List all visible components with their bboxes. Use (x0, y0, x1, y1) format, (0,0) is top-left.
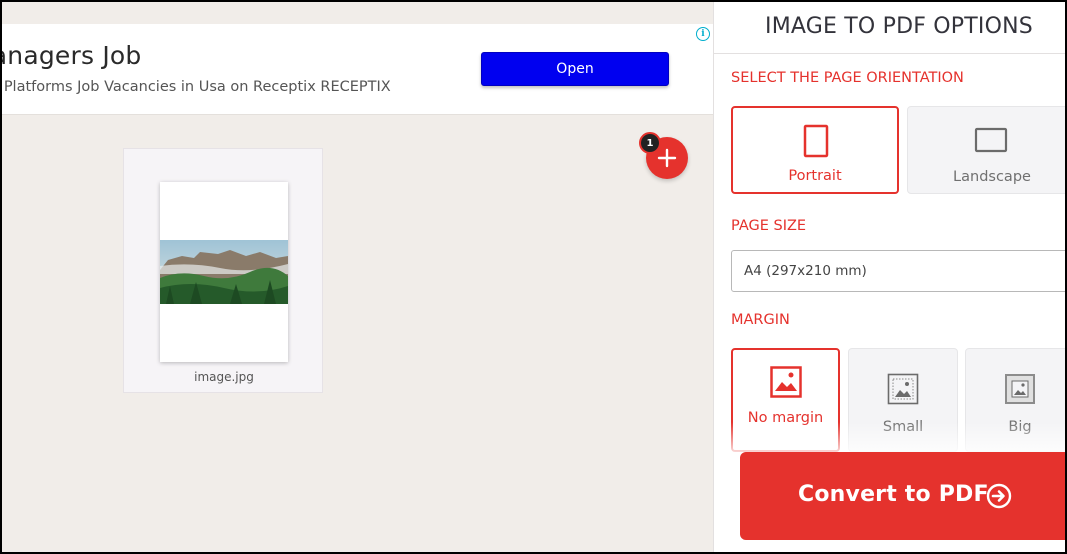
margin-none-option[interactable]: No margin (731, 348, 840, 452)
plus-icon (657, 148, 677, 168)
margin-big-option[interactable]: Big (965, 348, 1065, 452)
ad-title[interactable]: Managers Job (2, 41, 142, 70)
file-preview-page (160, 182, 288, 362)
sidebar-title: IMAGE TO PDF OPTIONS (714, 2, 1065, 54)
orientation-landscape-option[interactable]: Landscape (907, 106, 1065, 194)
convert-label: Convert to PDF (798, 482, 989, 507)
info-icon[interactable]: i (696, 27, 710, 41)
margin-small-option[interactable]: Small (848, 348, 958, 452)
ad-subtitle[interactable]: g Platforms Job Vacancies in Usa on Rece… (2, 79, 391, 95)
page-size-label: PAGE SIZE (731, 218, 807, 234)
convert-to-pdf-button[interactable]: Convert to PDF (740, 452, 1065, 540)
no-margin-label: No margin (747, 410, 824, 426)
small-margin-label: Small (882, 419, 924, 435)
circle-arrow-right-icon (986, 483, 1012, 509)
big-margin-image-icon (1005, 374, 1035, 404)
small-margin-image-icon (887, 373, 919, 405)
orientation-portrait-option[interactable]: Portrait (731, 106, 899, 194)
app-frame: Managers Job g Platforms Job Vacancies i… (2, 2, 1065, 552)
image-thumbnail (160, 240, 288, 304)
landscape-label: Landscape (953, 169, 1031, 185)
ad-banner[interactable]: Managers Job g Platforms Job Vacancies i… (2, 24, 714, 115)
orientation-label: SELECT THE PAGE ORIENTATION (731, 70, 964, 86)
margin-label: MARGIN (731, 312, 790, 328)
portrait-page-icon (803, 124, 829, 158)
landscape-page-icon (974, 127, 1008, 153)
page-size-value: A4 (297x210 mm) (744, 263, 867, 279)
file-card[interactable]: image.jpg (123, 148, 323, 393)
big-margin-label: Big (1008, 419, 1032, 435)
no-margin-image-icon (770, 366, 802, 398)
ad-open-button[interactable]: Open (481, 52, 669, 86)
file-name: image.jpg (194, 370, 254, 384)
file-count-badge: 1 (639, 132, 661, 154)
portrait-label: Portrait (788, 168, 842, 184)
options-sidebar: IMAGE TO PDF OPTIONS SELECT THE PAGE ORI… (713, 2, 1065, 552)
page-size-select[interactable]: A4 (297x210 mm) (731, 250, 1065, 292)
